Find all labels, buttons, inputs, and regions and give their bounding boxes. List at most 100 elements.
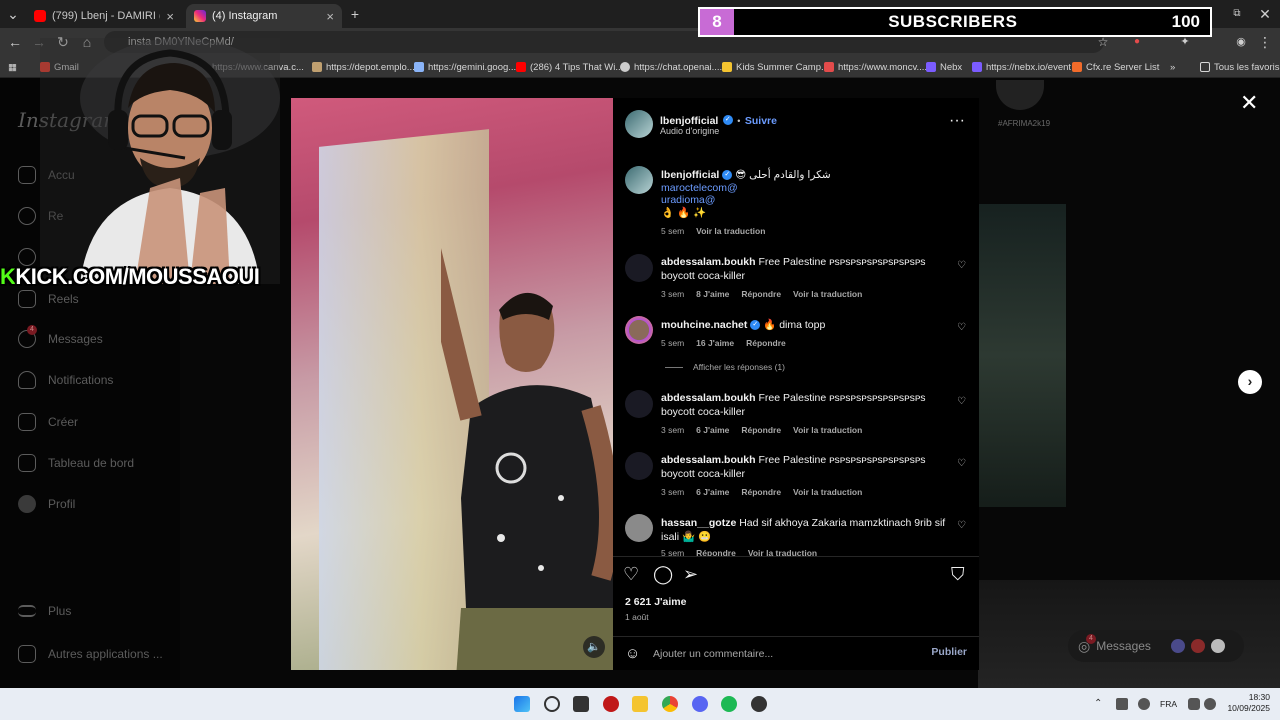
reply-button[interactable]: Répondre (746, 338, 786, 348)
sidebar-item-other-apps[interactable]: Autres applications ... (18, 645, 163, 663)
comment-likes[interactable]: 6 J'aime (696, 487, 729, 497)
background-post-thumbnail[interactable] (978, 204, 1066, 507)
avatar[interactable] (625, 166, 653, 194)
windows-start-icon[interactable] (514, 696, 530, 712)
save-bookmark-icon[interactable]: ⛉ (951, 564, 965, 585)
microphone-icon[interactable] (1138, 698, 1150, 710)
translate-link[interactable]: Voir la traduction (696, 226, 765, 236)
new-tab-button[interactable]: + (346, 5, 364, 23)
comment-username[interactable]: hassan__gotze (661, 517, 736, 529)
comment-icon[interactable]: ◯ (653, 564, 673, 585)
close-tab-icon[interactable]: × (166, 9, 174, 24)
sidebar-item-messages[interactable]: 4 Messages (18, 325, 103, 348)
comment-username[interactable]: abdessalam.boukh (661, 454, 756, 466)
comment-likes[interactable]: 6 J'aime (696, 425, 729, 435)
comment-username[interactable]: abdessalam.boukh (661, 392, 756, 404)
sidebar-item-more[interactable]: Plus (18, 604, 71, 618)
volume-icon[interactable] (1204, 698, 1216, 710)
comment-username[interactable]: mouhcine.nachet (661, 319, 747, 331)
comment-likes[interactable]: 8 J'aime (696, 289, 729, 299)
tab-search-icon[interactable]: ⌄ (4, 5, 22, 23)
comment-username[interactable]: abdessalam.boukh (661, 256, 756, 268)
avatar[interactable] (625, 452, 653, 480)
like-count[interactable]: 2 621 J'aime (625, 596, 686, 608)
profile-avatar-icon[interactable]: ◉ (1232, 33, 1250, 51)
bookmark-item[interactable]: https://www.moncv.... (824, 59, 927, 75)
bookmark-item[interactable]: https://chat.openai.... (620, 59, 722, 75)
bookmark-item[interactable]: https://gemini.goog... (414, 59, 516, 75)
bookmark-item[interactable]: https://depot.emplo... (312, 59, 415, 75)
mention-link[interactable]: uradioma@ (661, 194, 961, 206)
restore-window-icon[interactable]: ⧉ (1228, 5, 1246, 23)
network-icon[interactable] (1188, 698, 1200, 710)
translate-link[interactable]: Voir la traduction (793, 425, 862, 435)
file-explorer-icon[interactable] (632, 696, 648, 712)
search-icon[interactable] (544, 696, 560, 712)
bookmark-label: Nebx (940, 61, 963, 73)
discord-icon[interactable] (692, 696, 708, 712)
translate-link[interactable]: Voir la traduction (793, 487, 862, 497)
like-comment-icon[interactable]: ♡ (957, 520, 967, 531)
sidebar-item-dashboard[interactable]: Tableau de bord (18, 454, 134, 472)
mention-link[interactable]: maroctelecom@ (661, 182, 961, 194)
reply-button[interactable]: Répondre (741, 289, 781, 299)
language-indicator[interactable]: FRA (1160, 699, 1177, 709)
close-tab-icon[interactable]: × (326, 9, 334, 24)
chrome-icon[interactable] (662, 696, 678, 712)
sidebar-item-profile[interactable]: Profil (18, 495, 75, 513)
audio-label[interactable]: Audio d'origine (660, 126, 719, 136)
follow-button[interactable]: Suivre (745, 115, 777, 127)
translate-link[interactable]: Voir la traduction (793, 289, 862, 299)
caption-username[interactable]: lbenjofficial (661, 169, 719, 181)
like-icon[interactable]: ♡ (623, 564, 639, 585)
task-view-icon[interactable] (573, 696, 589, 712)
like-comment-icon[interactable]: ♡ (957, 458, 967, 469)
all-bookmarks[interactable]: Tous les favoris (1200, 59, 1279, 75)
tray-chevron-icon[interactable]: ⌃ (1094, 698, 1106, 710)
sidebar-item-reels[interactable]: Reels (18, 290, 79, 308)
bookmark-item[interactable]: Kids Summer Camp... (722, 59, 829, 75)
comment-input[interactable] (653, 646, 903, 662)
bookmark-item[interactable]: Nebx (926, 59, 962, 75)
close-window-icon[interactable]: ✕ (1256, 5, 1274, 23)
bookmarks-overflow-icon[interactable]: » (1170, 59, 1175, 75)
tab-instagram[interactable]: (4) Instagram × (186, 4, 342, 28)
app-icon[interactable] (603, 696, 619, 712)
apps-grid-icon[interactable]: ▦ (8, 59, 17, 75)
sidebar-item-notifications[interactable]: Notifications (18, 371, 113, 389)
bookmark-item[interactable]: https://nebx.io/event (972, 59, 1071, 75)
spotify-icon[interactable] (721, 696, 737, 712)
more-options-icon[interactable]: ··· (949, 112, 965, 130)
avatar[interactable] (625, 254, 653, 282)
next-post-button[interactable]: › (1238, 370, 1262, 394)
emoji-icon[interactable]: ☺ (625, 645, 640, 662)
mute-icon[interactable]: 🔈 (583, 636, 605, 658)
tray-icon[interactable] (1116, 698, 1128, 710)
menu-kebab-icon[interactable]: ⋮ (1256, 33, 1274, 51)
sidebar-item-create[interactable]: Créer (18, 413, 78, 431)
like-comment-icon[interactable]: ♡ (957, 260, 967, 271)
post-image[interactable]: 🔈 (291, 98, 613, 670)
tab-youtube[interactable]: (799) Lbenj - DAMIRI ( Exclusive × (26, 4, 182, 28)
avatar[interactable] (625, 390, 653, 418)
publish-button[interactable]: Publier (931, 646, 967, 658)
avatar[interactable] (625, 316, 653, 344)
close-modal-icon[interactable]: ✕ (1240, 90, 1258, 116)
avatar[interactable] (625, 110, 653, 138)
back-icon[interactable]: ← (6, 33, 24, 51)
system-clock[interactable]: 18:30 10/09/2025 (1227, 692, 1270, 714)
comment-likes[interactable]: 16 J'aime (696, 338, 734, 348)
messages-drawer-button[interactable]: ◎ 4 Messages (1068, 630, 1244, 662)
reply-button[interactable]: Répondre (741, 487, 781, 497)
bookmark-item[interactable]: Cfx.re Server List (1072, 59, 1159, 75)
avatar[interactable] (625, 514, 653, 542)
like-comment-icon[interactable]: ♡ (957, 396, 967, 407)
like-comment-icon[interactable]: ♡ (957, 322, 967, 333)
show-replies-button[interactable]: Afficher les réponses (1) (665, 362, 785, 372)
share-icon[interactable]: ➢ (683, 564, 698, 585)
reply-button[interactable]: Répondre (696, 548, 736, 556)
translate-link[interactable]: Voir la traduction (748, 548, 817, 556)
reply-button[interactable]: Répondre (741, 425, 781, 435)
app-icon[interactable] (751, 696, 767, 712)
bookmark-item[interactable]: (286) 4 Tips That Wi... (516, 59, 623, 75)
